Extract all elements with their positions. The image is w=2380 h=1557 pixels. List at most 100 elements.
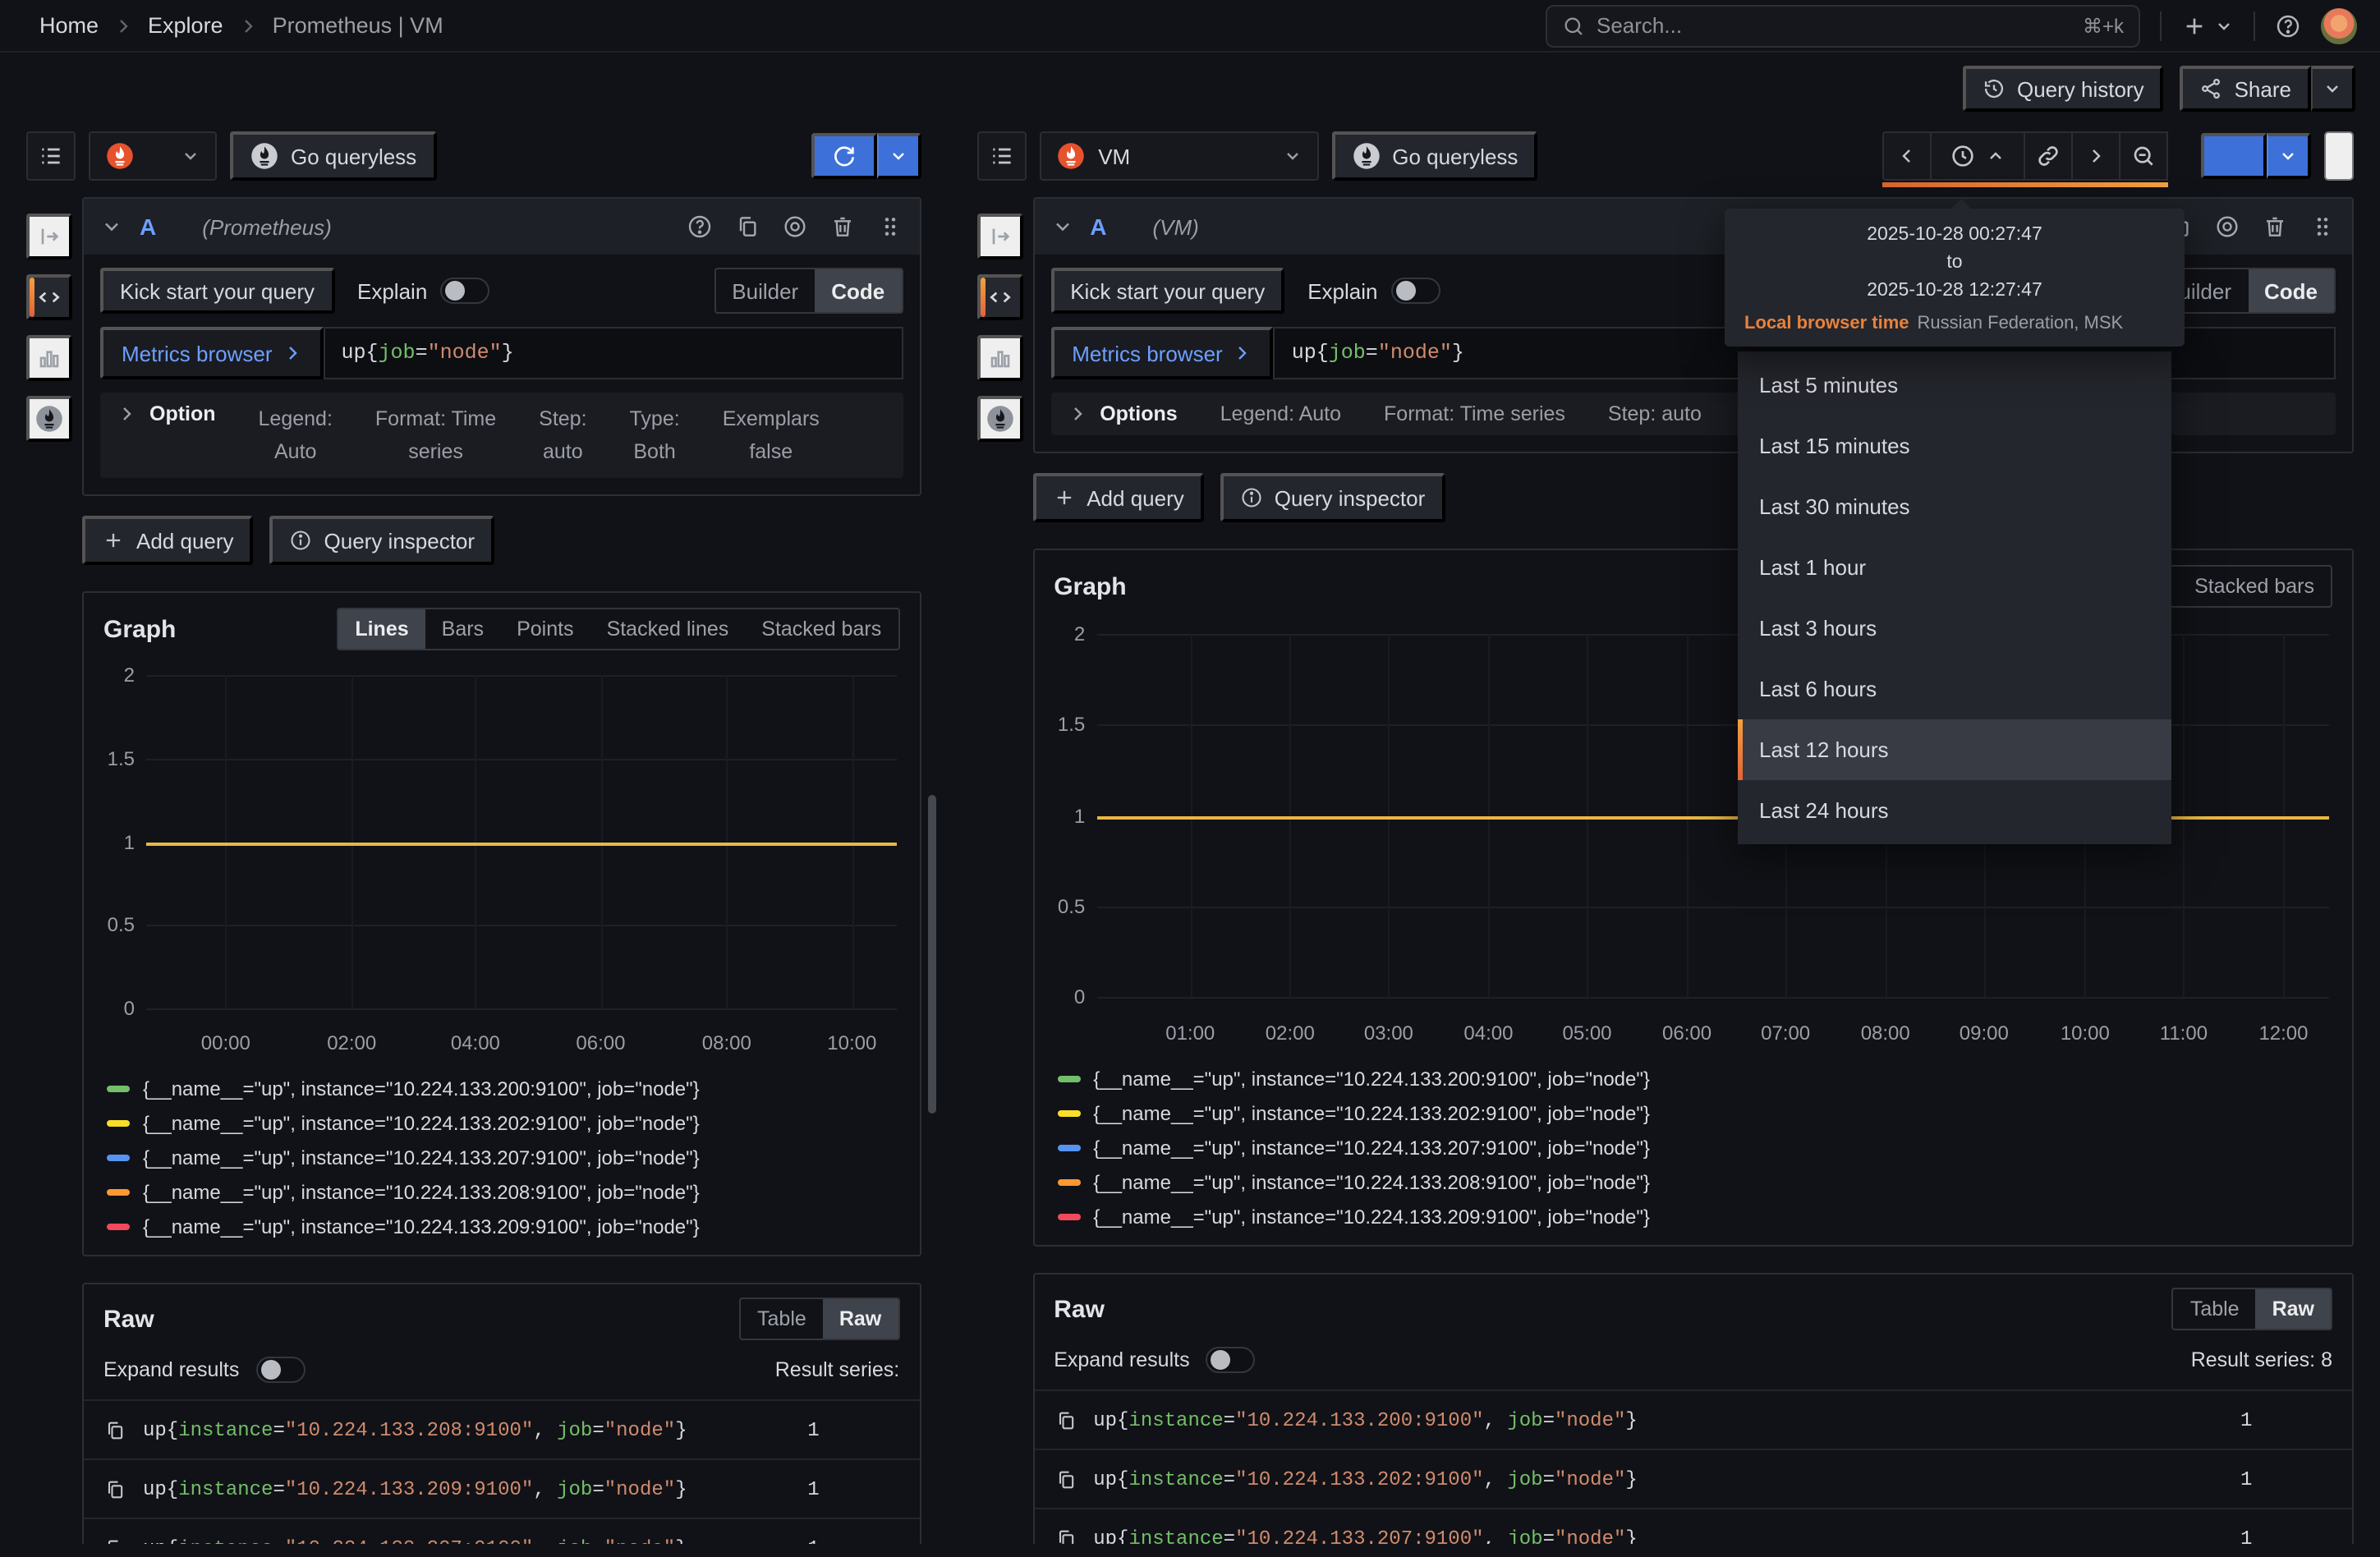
copy-icon[interactable] [103,1477,126,1500]
menu-item-last-24-hours[interactable]: Last 24 hours [1738,780,2171,841]
expand-results-toggle[interactable] [1206,1347,1256,1373]
collapse-pane-button[interactable] [26,214,72,260]
explain-toggle[interactable] [440,278,489,304]
datasource-picker-prometheus[interactable] [89,131,217,181]
table-tab[interactable]: Table [741,1299,823,1339]
explain-toggle[interactable] [1391,278,1440,304]
code-view-button[interactable] [26,274,72,320]
prometheus-shortcut-button[interactable] [26,396,72,442]
sync-timeranges-button[interactable] [2024,131,2073,181]
menu-item-last-12-hours[interactable]: Last 12 hours [1738,719,2171,780]
menu-item-last-30-minutes[interactable]: Last 30 minutes [1738,476,2171,537]
legend-item[interactable]: {__name__="up", instance="10.224.133.209… [1057,1204,2332,1229]
outline-button[interactable] [976,131,1026,181]
time-shift-back-button[interactable] [1882,131,1932,181]
metrics-browser-button[interactable]: Metrics browser [100,327,324,379]
graph-style-lines[interactable]: Lines [338,609,425,649]
run-query-button[interactable] [811,133,876,179]
disable-query-icon[interactable] [2214,214,2240,240]
query-history-button[interactable]: Query history [1963,66,2164,112]
metrics-browser-button[interactable]: Metrics browser [1050,327,1274,379]
time-shift-forward-button[interactable] [2071,131,2120,181]
add-query-button[interactable]: Add query [82,516,254,565]
time-range-picker-button[interactable] [1930,131,2025,181]
graph-style-stacked-lines[interactable]: Stacked lines [590,609,746,649]
code-view-button[interactable] [976,274,1022,320]
add-query-button[interactable]: Add query [1032,473,1204,522]
outline-button[interactable] [26,131,76,181]
delete-query-icon[interactable] [829,214,855,240]
duplicate-query-icon[interactable] [733,214,760,240]
legend-item[interactable]: {__name__="up", instance="10.224.133.208… [1057,1169,2332,1194]
promql-query-input[interactable]: up{job="node"} [324,327,903,379]
query-row-header[interactable]: A (Prometheus) [84,199,919,255]
graph-style-stacked-bars[interactable]: Stacked bars [745,609,898,649]
copy-icon[interactable] [1054,1527,1077,1544]
copy-icon[interactable] [1054,1408,1077,1431]
legend-item[interactable]: {__name__="up", instance="10.224.133.209… [107,1214,899,1238]
copy-icon[interactable] [1054,1467,1077,1490]
left-time-series-plot[interactable]: 2 1.5 1 0.5 0 [146,665,896,1018]
expand-results-toggle[interactable] [255,1357,305,1383]
raw-tab[interactable]: Raw [2256,1289,2331,1329]
breadcrumb-home[interactable]: Home [39,13,99,38]
drag-handle-icon[interactable] [876,214,903,240]
help-icon[interactable] [686,214,712,240]
query-inspector-button[interactable]: Query inspector [1220,473,1445,522]
raw-result-row[interactable]: up{instance="10.224.133.207:9100", job="… [84,1518,919,1544]
graph-style-bars[interactable]: Bars [425,609,500,649]
disable-query-icon[interactable] [781,214,807,240]
menu-item-last-3-hours[interactable]: Last 3 hours [1738,598,2171,659]
query-inspector-button[interactable]: Query inspector [270,516,495,565]
query-options-row[interactable]: Option Legend: Auto Format: Time series … [100,393,903,478]
menu-item-last-6-hours[interactable]: Last 6 hours [1738,659,2171,719]
breadcrumb-explore[interactable]: Explore [148,13,223,38]
kick-start-button[interactable]: Kick start your query [100,268,334,314]
table-tab[interactable]: Table [2174,1289,2256,1329]
raw-result-row[interactable]: up{instance="10.224.133.200:9100", job="… [1034,1389,2352,1449]
raw-result-row[interactable]: up{instance="10.224.133.209:9100", job="… [84,1458,919,1518]
raw-result-row[interactable]: up{instance="10.224.133.202:9100", job="… [1034,1449,2352,1508]
breadcrumb-session-title[interactable]: Prometheus | VM [273,13,443,38]
legend-item[interactable]: {__name__="up", instance="10.224.133.208… [107,1179,899,1204]
left-pane-scrollbar[interactable] [928,795,936,1114]
go-queryless-button[interactable]: Go queryless [1331,131,1537,181]
copy-icon[interactable] [103,1418,126,1441]
run-query-button[interactable] [2201,133,2267,179]
kick-start-button[interactable]: Kick start your query [1050,268,1284,314]
help-button[interactable] [2275,12,2301,39]
chart-view-button[interactable] [976,335,1022,381]
legend-item[interactable]: {__name__="up", instance="10.224.133.200… [1057,1066,2332,1091]
graph-style-stacked-bars[interactable]: Stacked bars [2178,567,2331,606]
collapse-pane-button[interactable] [976,214,1022,260]
legend-item[interactable]: {__name__="up", instance="10.224.133.202… [1057,1100,2332,1125]
drag-handle-icon[interactable] [2309,214,2336,240]
share-button[interactable]: Share [2180,66,2311,112]
kebab-menu-button[interactable] [2324,131,2354,181]
menu-item-last-1-hour[interactable]: Last 1 hour [1738,537,2171,598]
legend-item[interactable]: {__name__="up", instance="10.224.133.200… [107,1076,899,1100]
datasource-picker-vm[interactable]: VM [1039,131,1318,181]
run-interval-dropdown[interactable] [876,133,921,179]
legend-item[interactable]: {__name__="up", instance="10.224.133.207… [107,1145,899,1169]
legend-item[interactable]: {__name__="up", instance="10.224.133.207… [1057,1135,2332,1160]
menu-item-last-15-minutes[interactable]: Last 15 minutes [1738,416,2171,476]
builder-tab[interactable]: Builder [715,269,815,312]
new-menu-button[interactable] [2181,12,2234,39]
prometheus-shortcut-button[interactable] [976,396,1022,442]
zoom-out-button[interactable] [2119,131,2168,181]
run-interval-dropdown[interactable] [2267,133,2311,179]
raw-result-row[interactable]: up{instance="10.224.133.207:9100", job="… [1034,1508,2352,1544]
code-tab[interactable]: Code [815,269,901,312]
code-tab[interactable]: Code [2248,269,2334,312]
raw-tab[interactable]: Raw [823,1299,898,1339]
copy-icon[interactable] [103,1536,126,1544]
delete-query-icon[interactable] [2262,214,2288,240]
graph-style-points[interactable]: Points [500,609,590,649]
chart-view-button[interactable] [26,335,72,381]
search-input[interactable]: Search... ⌘+k [1546,4,2140,47]
legend-item[interactable]: {__name__="up", instance="10.224.133.202… [107,1110,899,1135]
raw-result-row[interactable]: up{instance="10.224.133.208:9100", job="… [84,1399,919,1458]
share-dropdown-button[interactable] [2311,66,2355,112]
user-avatar[interactable] [2321,7,2357,44]
